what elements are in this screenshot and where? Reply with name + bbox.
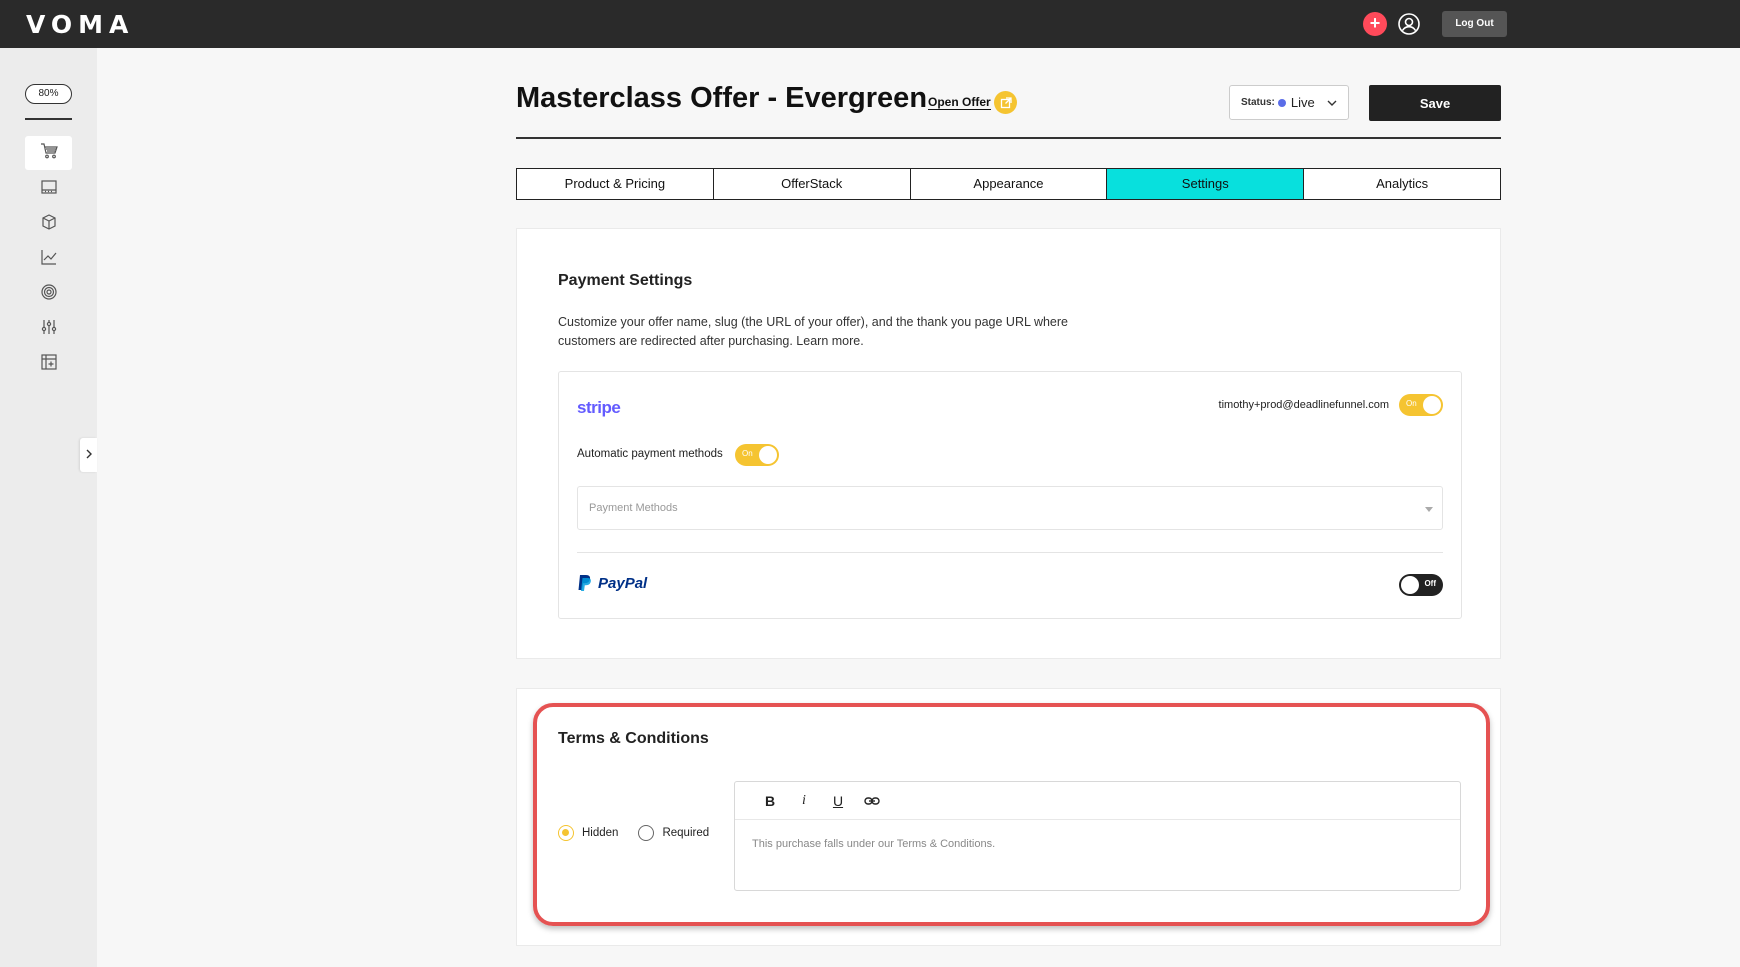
- sidebar-item-products[interactable]: [25, 207, 72, 241]
- stripe-toggle[interactable]: On: [1399, 394, 1443, 416]
- box-icon: [40, 213, 58, 236]
- logout-button[interactable]: Log Out: [1442, 11, 1507, 37]
- sidebar-item-goals[interactable]: [25, 277, 72, 311]
- link-icon[interactable]: [855, 793, 889, 809]
- automatic-payment-methods-label: Automatic payment methods: [577, 448, 723, 460]
- terms-editor-text[interactable]: This purchase falls under our Terms & Co…: [752, 838, 995, 850]
- underline-button[interactable]: U: [821, 793, 855, 809]
- stripe-account-email: timothy+prod@deadlinefunnel.com: [1218, 399, 1389, 411]
- tab-settings[interactable]: Settings: [1106, 168, 1305, 200]
- gateway-divider: [577, 552, 1443, 553]
- sidebar-divider: [25, 118, 72, 120]
- toggle-knob: [759, 446, 777, 464]
- bold-button[interactable]: B: [753, 793, 787, 809]
- paypal-wordmark: PayPal: [598, 574, 648, 592]
- cart-icon: [40, 142, 58, 165]
- open-offer-link[interactable]: Open Offer: [928, 95, 991, 110]
- status-label: Status:: [1241, 97, 1275, 108]
- payment-settings-description: Customize your offer name, slug (the URL…: [558, 315, 1068, 348]
- status-value: Live: [1290, 95, 1315, 110]
- header-divider: [516, 137, 1501, 139]
- tab-analytics[interactable]: Analytics: [1303, 168, 1501, 200]
- tab-product-pricing[interactable]: Product & Pricing: [516, 168, 714, 200]
- tab-offerstack[interactable]: OfferStack: [712, 168, 911, 200]
- paypal-toggle[interactable]: Off: [1399, 574, 1443, 596]
- add-grid-icon: [40, 353, 58, 376]
- payment-settings-card: Payment Settings Customize your offer na…: [516, 228, 1501, 659]
- terms-editor[interactable]: B i U This purchase falls under our Term…: [734, 781, 1461, 891]
- sidebar-item-add[interactable]: [25, 347, 72, 381]
- sidebar-item-analytics[interactable]: [25, 242, 72, 276]
- chevron-right-icon: [85, 446, 93, 464]
- radio-hidden[interactable]: [558, 825, 574, 841]
- automatic-payment-methods-toggle[interactable]: On: [735, 444, 779, 466]
- terms-visibility-options: Hidden Required: [558, 825, 709, 841]
- radio-hidden-label: Hidden: [582, 827, 619, 839]
- caret-down-icon: [1425, 507, 1433, 512]
- sidebar-item-pages[interactable]: [25, 172, 72, 206]
- auto-toggle-label: On: [742, 449, 753, 458]
- status-select[interactable]: Status: Live: [1229, 85, 1349, 120]
- paypal-logo: PayPal: [577, 574, 647, 592]
- toggle-knob: [1423, 396, 1441, 414]
- sidebar-item-settings[interactable]: [25, 312, 72, 346]
- top-bar: VOMA + Log Out: [0, 0, 1740, 48]
- toggle-knob: [1401, 576, 1419, 594]
- tab-bar: Product & Pricing OfferStack Appearance …: [516, 168, 1501, 200]
- user-circle-icon[interactable]: [1397, 12, 1421, 36]
- payment-gateways: stripe timothy+prod@deadlinefunnel.com O…: [558, 371, 1462, 619]
- radio-required[interactable]: [638, 825, 655, 841]
- paypal-toggle-label: Off: [1424, 579, 1436, 588]
- save-button[interactable]: Save: [1369, 85, 1501, 121]
- status-dot: [1277, 98, 1286, 107]
- target-icon: [40, 283, 58, 306]
- paypal-icon: [578, 575, 591, 591]
- terms-conditions-card: Terms & Conditions Hidden Required B i U…: [516, 688, 1501, 946]
- tab-appearance[interactable]: Appearance: [909, 168, 1108, 200]
- page-title: Masterclass Offer - Evergreen: [516, 82, 928, 114]
- external-link-icon[interactable]: [994, 91, 1017, 114]
- sidebar: 80%: [0, 48, 97, 967]
- terminal-window-icon: [40, 178, 58, 201]
- sidebar-collapse-toggle[interactable]: [80, 438, 97, 472]
- italic-button[interactable]: i: [787, 793, 821, 809]
- stripe-toggle-label: On: [1406, 399, 1417, 408]
- add-button[interactable]: +: [1363, 12, 1387, 36]
- stripe-logo: stripe: [577, 398, 621, 417]
- payment-settings-title: Payment Settings: [558, 272, 693, 289]
- chevron-down-icon: [1326, 97, 1338, 112]
- zoom-badge[interactable]: 80%: [25, 84, 72, 104]
- voma-logo[interactable]: VOMA: [26, 10, 134, 39]
- radio-required-label: Required: [662, 827, 710, 839]
- chart-line-icon: [40, 248, 58, 271]
- sidebar-item-cart[interactable]: [25, 136, 72, 170]
- terms-title: Terms & Conditions: [558, 730, 709, 747]
- editor-toolbar: B i U: [735, 782, 1460, 820]
- payment-methods-select[interactable]: Payment Methods: [577, 486, 1443, 530]
- sliders-icon: [40, 318, 58, 341]
